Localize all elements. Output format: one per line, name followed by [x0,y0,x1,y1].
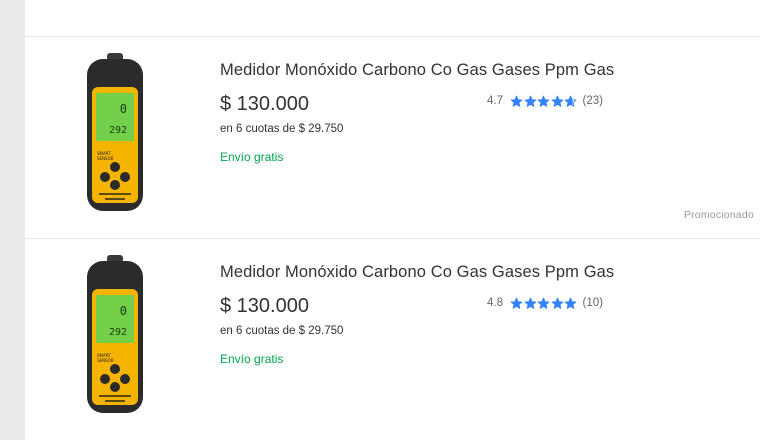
product-price: $ 130.000 [220,295,309,317]
product-title[interactable]: Medidor Monóxido Carbono Co Gas Gases Pp… [220,61,640,80]
search-results-list: 0 292 SMART SENSOR Medidor Monóxido Carb… [25,0,760,440]
result-item[interactable]: 0 292 SMART SENSOR Medidor Monóxido Carb… [25,239,760,439]
star-icon [564,95,577,107]
rating-stars [510,297,578,310]
free-shipping-label: Envío gratis [220,150,284,164]
star-icon [564,297,577,309]
svg-text:SENSOR: SENSOR [97,156,114,161]
product-title[interactable]: Medidor Monóxido Carbono Co Gas Gases Pp… [220,263,640,282]
svg-text:0: 0 [120,102,127,116]
result-item[interactable]: 0 292 SMART SENSOR Medidor Monóxido Carb… [25,37,760,237]
co-meter-device-icon[interactable]: 0 292 SMART SENSOR [85,255,145,415]
svg-text:292: 292 [109,125,127,136]
review-count: (10) [582,297,603,309]
rating: 4.8 (10) [487,295,603,311]
star-icon [510,95,523,107]
star-icon [537,95,550,107]
svg-text:0: 0 [120,304,127,318]
product-price: $ 130.000 [220,93,309,115]
star-icon [510,297,523,309]
rating-score: 4.7 [487,95,503,107]
star-icon [524,297,536,309]
installments-text: en 6 cuotas de $ 29.750 [220,325,344,337]
star-icon [524,95,536,107]
promoted-label: Promocionado [683,209,754,221]
co-meter-device-icon[interactable]: 0 292 SMART SENSOR [85,53,145,213]
rating: 4.7 (23) [487,93,603,109]
star-icon [537,297,550,309]
star-icon [551,297,563,309]
star-icon [551,95,563,107]
installments-text: en 6 cuotas de $ 29.750 [220,123,344,135]
rating-score: 4.8 [487,297,503,309]
svg-text:SENSOR: SENSOR [97,358,114,363]
rating-stars [510,95,578,108]
svg-text:292: 292 [109,327,127,338]
free-shipping-label: Envío gratis [220,352,284,366]
review-count: (23) [582,95,603,107]
